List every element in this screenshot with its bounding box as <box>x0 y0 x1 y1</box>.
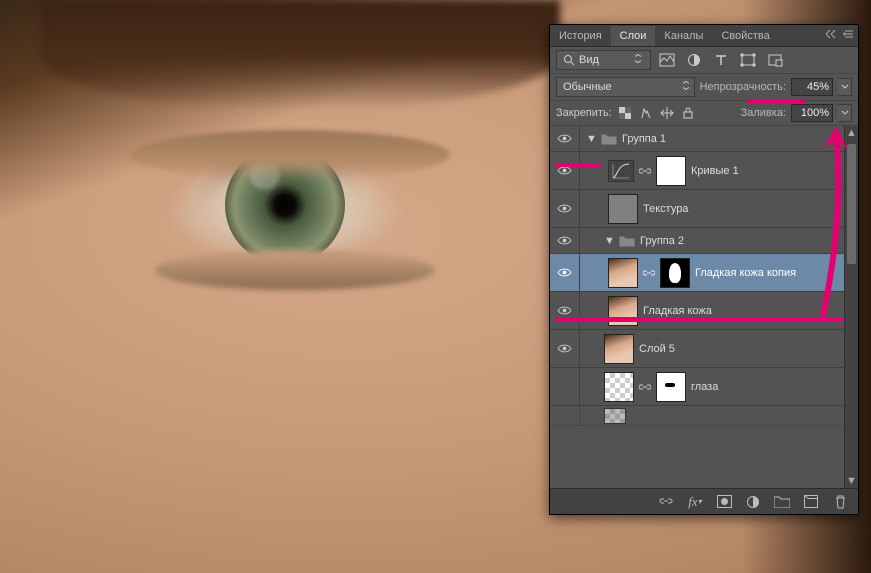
layers-panel-footer: fx▾ <box>550 488 858 514</box>
canvas-image <box>40 0 560 110</box>
layer-mask-thumbnail[interactable] <box>660 258 690 288</box>
layer-thumbnail[interactable] <box>604 334 634 364</box>
visibility-toggle[interactable] <box>550 406 580 425</box>
blend-mode-value: Обычные <box>563 81 612 93</box>
layer-adjustment[interactable]: Кривые 1 <box>550 152 858 190</box>
folder-icon <box>619 234 635 247</box>
annotation-underline <box>555 163 601 167</box>
new-group-icon[interactable] <box>774 494 790 510</box>
layer-item[interactable]: Слой 5 <box>550 330 858 368</box>
filter-type-dropdown[interactable]: Вид <box>556 50 651 70</box>
layer-filter-row: Вид <box>550 47 858 74</box>
scroll-thumb[interactable] <box>847 144 856 264</box>
visibility-toggle[interactable] <box>550 368 580 405</box>
new-adjustment-icon[interactable] <box>745 494 761 510</box>
panel-menu-icon[interactable] <box>840 29 858 42</box>
visibility-toggle[interactable] <box>550 228 580 253</box>
visibility-toggle[interactable] <box>550 330 580 367</box>
visibility-toggle[interactable] <box>550 152 580 189</box>
filter-pixel-icon[interactable] <box>656 50 678 70</box>
tab-layers[interactable]: Слои <box>611 26 656 46</box>
scroll-up-icon[interactable]: ▲ <box>845 126 858 140</box>
lock-fill-row: Закрепить: Заливка: 100% <box>550 101 858 126</box>
fill-input[interactable]: 100% <box>791 104 833 122</box>
new-layer-icon[interactable] <box>803 494 819 510</box>
layer-item[interactable]: глаза <box>550 368 858 406</box>
lock-all-icon[interactable] <box>680 105 696 121</box>
disclosure-triangle-icon[interactable]: ▼ <box>604 235 614 247</box>
annotation-underline <box>747 99 805 103</box>
layer-mask-thumbnail[interactable] <box>656 372 686 402</box>
layer-thumbnail[interactable] <box>608 258 638 288</box>
tab-properties[interactable]: Свойства <box>712 26 778 46</box>
layer-thumbnail[interactable] <box>604 372 634 402</box>
layers-panel: История Слои Каналы Свойства Вид Обычные <box>549 24 859 515</box>
layer-group[interactable]: ▼ Группа 1 <box>550 126 858 152</box>
curves-adjustment-icon <box>608 160 634 182</box>
layer-item[interactable] <box>550 406 858 426</box>
layers-scrollbar[interactable]: ▲ ▼ <box>844 126 858 488</box>
lock-position-icon[interactable] <box>659 105 675 121</box>
lock-transparency-icon[interactable] <box>617 105 633 121</box>
layers-list: ▼ Группа 1 Кривые 1 Текстура <box>550 126 858 488</box>
chevron-down-icon <box>634 54 646 67</box>
panel-tabbar: История Слои Каналы Свойства <box>550 25 858 47</box>
annotation-underline <box>555 317 843 322</box>
layer-item[interactable]: Гладкая кожа <box>550 292 858 330</box>
delete-layer-icon[interactable] <box>832 494 848 510</box>
layer-name[interactable]: Гладкая кожа <box>643 305 712 317</box>
tab-channels[interactable]: Каналы <box>655 26 712 46</box>
layer-name[interactable]: Кривые 1 <box>691 165 739 177</box>
layer-name[interactable]: Слой 5 <box>639 343 675 355</box>
link-icon[interactable] <box>639 381 651 393</box>
filter-type-icon[interactable] <box>710 50 732 70</box>
link-layers-icon[interactable] <box>658 494 674 510</box>
canvas-image <box>130 130 450 180</box>
filter-type-label: Вид <box>579 54 599 66</box>
fill-label: Заливка: <box>741 107 786 119</box>
layer-style-icon[interactable]: fx▾ <box>687 494 703 510</box>
layer-name[interactable]: Текстура <box>643 203 688 215</box>
filter-adjustment-icon[interactable] <box>683 50 705 70</box>
layer-thumbnail[interactable] <box>608 194 638 224</box>
lock-image-icon[interactable] <box>638 105 654 121</box>
link-icon[interactable] <box>643 267 655 279</box>
blend-opacity-row: Обычные Непрозрачность: 45% <box>550 74 858 101</box>
layer-name[interactable]: глаза <box>691 381 718 393</box>
layer-name[interactable]: Группа 1 <box>622 133 666 145</box>
visibility-toggle[interactable] <box>550 126 580 151</box>
tab-history[interactable]: История <box>550 26 611 46</box>
opacity-label: Непрозрачность: <box>700 81 786 93</box>
link-icon[interactable] <box>639 165 651 177</box>
fill-slider-toggle[interactable] <box>838 104 852 122</box>
layer-thumbnail[interactable] <box>604 408 626 424</box>
blend-mode-dropdown[interactable]: Обычные <box>556 77 695 97</box>
visibility-toggle[interactable] <box>550 190 580 227</box>
search-icon <box>563 54 575 66</box>
scroll-down-icon[interactable]: ▼ <box>845 474 858 488</box>
layer-item[interactable]: Текстура <box>550 190 858 228</box>
layer-name[interactable]: Группа 2 <box>640 235 684 247</box>
add-mask-icon[interactable] <box>716 494 732 510</box>
layer-group[interactable]: ▼ Группа 2 <box>550 228 858 254</box>
filter-smartobject-icon[interactable] <box>764 50 786 70</box>
panel-collapse-icon[interactable] <box>822 29 840 42</box>
layer-item-selected[interactable]: Гладкая кожа копия <box>550 254 858 292</box>
lock-label: Закрепить: <box>556 107 612 119</box>
filter-shape-icon[interactable] <box>737 50 759 70</box>
folder-icon <box>601 132 617 145</box>
opacity-slider-toggle[interactable] <box>838 78 852 96</box>
opacity-input[interactable]: 45% <box>791 78 833 96</box>
visibility-toggle[interactable] <box>550 292 580 329</box>
visibility-toggle[interactable] <box>550 254 580 291</box>
layer-name[interactable]: Гладкая кожа копия <box>695 267 796 279</box>
canvas-image <box>155 250 435 290</box>
chevron-down-icon <box>682 81 690 94</box>
layer-mask-thumbnail[interactable] <box>656 156 686 186</box>
disclosure-triangle-icon[interactable]: ▼ <box>586 133 596 145</box>
